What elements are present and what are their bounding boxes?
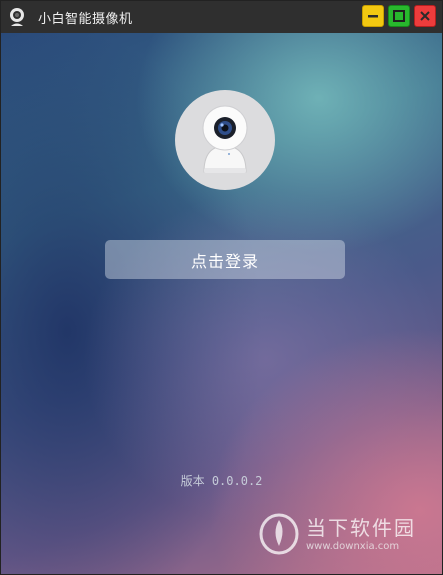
watermark-url: www.downxia.com <box>306 541 400 552</box>
close-button[interactable] <box>414 5 436 27</box>
version-label: 版本 0.0.0.2 <box>180 474 263 488</box>
title-bar[interactable]: 小白智能摄像机 <box>1 1 442 33</box>
camera-avatar <box>175 90 275 190</box>
camera-app-icon <box>6 6 28 28</box>
watermark: 当下软件园 www.downxia.com <box>256 510 441 560</box>
window-title: 小白智能摄像机 <box>38 11 133 27</box>
app-window: 小白智能摄像机 点击登录 版本 0.0.0.2 当下软件园 www.downxi… <box>0 0 443 575</box>
minimize-button[interactable] <box>362 5 384 27</box>
login-button[interactable]: 点击登录 <box>105 240 345 279</box>
maximize-icon <box>393 10 405 22</box>
window-controls <box>362 5 436 27</box>
downxia-logo-icon <box>259 513 299 555</box>
camera-icon <box>202 105 248 173</box>
login-panel: 点击登录 版本 0.0.0.2 当下软件园 www.downxia.com <box>1 33 442 574</box>
watermark-title: 当下软件园 <box>306 516 416 540</box>
minimize-icon <box>368 15 378 18</box>
maximize-button[interactable] <box>388 5 410 27</box>
close-icon <box>420 11 430 21</box>
